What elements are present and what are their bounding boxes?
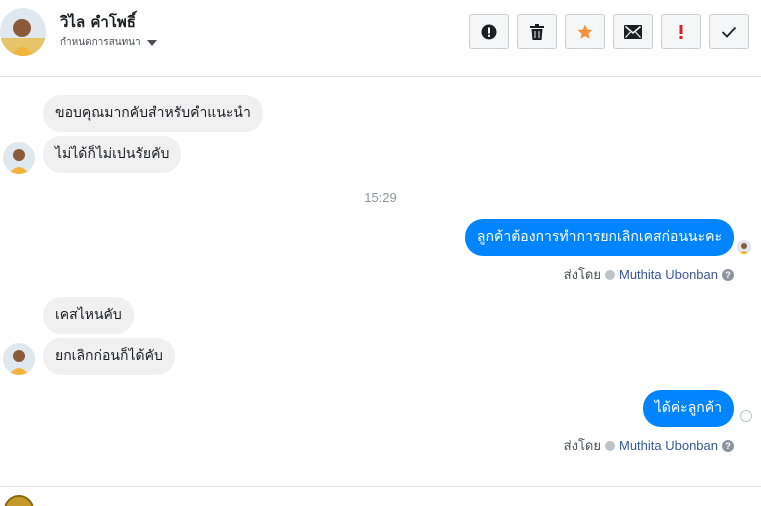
contact-avatar-small <box>3 343 35 375</box>
trash-icon <box>530 23 544 40</box>
important-button[interactable] <box>661 14 701 49</box>
sent-by-label: ส่งโดย <box>563 268 601 283</box>
conversation-header: วิไล คำโพธิ์ กำหนดการสนทนา <box>0 0 761 77</box>
delete-button[interactable] <box>517 14 557 49</box>
composer-preview[interactable]: ... <box>60 499 71 506</box>
contact-name[interactable]: วิไล คำโพธิ์ <box>60 10 136 34</box>
help-icon[interactable]: ? <box>722 439 734 452</box>
help-icon[interactable]: ? <box>722 268 734 281</box>
sent-status-icon <box>740 410 752 422</box>
toolbar <box>469 14 749 49</box>
message-incoming[interactable]: ยกเลิกก่อนก็ได้คับ <box>43 338 175 375</box>
envelope-icon <box>624 24 642 39</box>
mark-unread-button[interactable] <box>613 14 653 49</box>
contact-avatar[interactable] <box>0 8 46 56</box>
message-incoming[interactable]: เคสไหนคับ <box>43 297 134 334</box>
done-button[interactable] <box>709 14 749 49</box>
seen-avatar <box>737 240 751 254</box>
contact-avatar-small <box>3 142 35 174</box>
message-outgoing[interactable]: ลูกค้าต้องการทำการยกเลิกเคสก่อนนะคะ <box>464 219 734 256</box>
star-icon <box>577 24 593 39</box>
sent-by-agent[interactable]: Muthita Ubonban <box>619 438 718 453</box>
spam-button[interactable] <box>469 14 509 49</box>
alert-circle-icon <box>481 24 497 39</box>
page-avatar <box>4 495 34 506</box>
conversation-settings-dropdown[interactable]: กำหนดการสนทนา <box>60 35 157 50</box>
composer[interactable]: ... <box>0 486 761 506</box>
sent-by-info: ส่งโดย Muthita Ubonban ? <box>564 264 734 285</box>
check-icon <box>721 26 737 38</box>
sent-by-label: ส่งโดย <box>563 439 601 454</box>
message-outgoing[interactable]: ได้ค่ะลูกค้า <box>642 390 734 427</box>
caret-down-icon <box>146 39 157 46</box>
sent-by-agent[interactable]: Muthita Ubonban <box>619 267 718 282</box>
message-incoming[interactable]: ไม่ได้ก็ไม่เปนรัยคับ <box>43 136 182 173</box>
message-timestamp: 15:29 <box>364 190 397 205</box>
star-button[interactable] <box>565 14 605 49</box>
verified-icon <box>604 269 615 280</box>
sent-by-info: ส่งโดย Muthita Ubonban ? <box>564 435 734 456</box>
verified-icon <box>604 440 615 451</box>
exclamation-icon <box>679 24 683 39</box>
message-incoming[interactable]: ขอบคุณมากคับสำหรับคำแนะนำ <box>43 95 263 132</box>
conversation-settings-label: กำหนดการสนทนา <box>60 37 141 48</box>
